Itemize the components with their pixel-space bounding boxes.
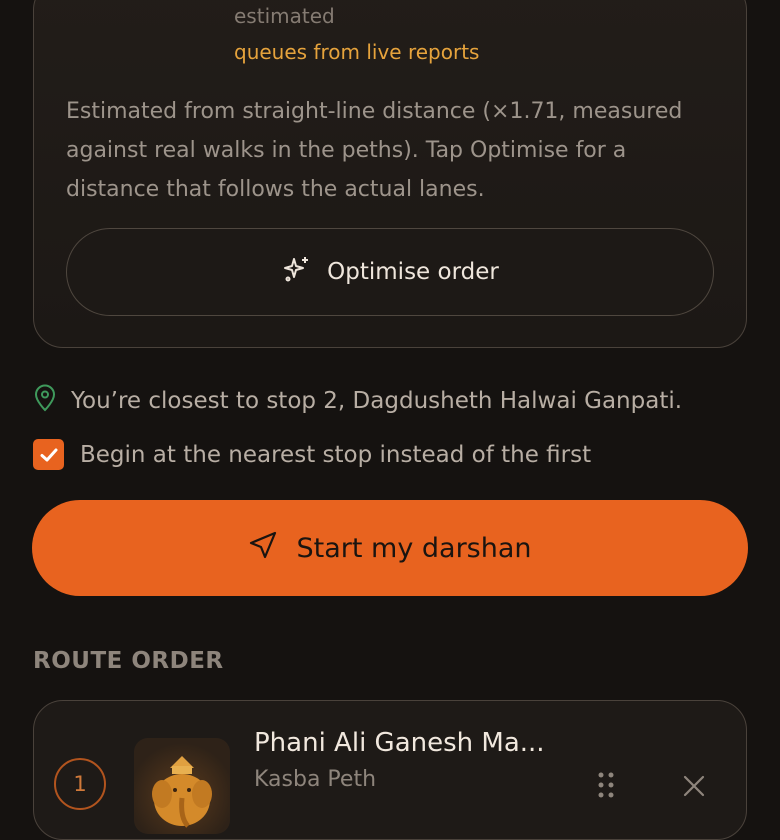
distance-note: Estimated from straight-line distance (×… bbox=[66, 99, 683, 202]
queues-link[interactable]: queues from live reports bbox=[234, 40, 479, 64]
estimated-label: estimated bbox=[234, 4, 335, 28]
ganesh-thumbnail-image bbox=[134, 738, 230, 834]
closest-stop-info: You’re closest to stop 2, Dagdusheth Hal… bbox=[33, 384, 682, 418]
start-darshan-label: Start my darshan bbox=[296, 532, 532, 564]
stop-name: Phani Ali Ganesh Ma... bbox=[254, 728, 545, 758]
optimise-order-label: Optimise order bbox=[327, 259, 499, 285]
drag-handle-icon[interactable] bbox=[596, 770, 616, 800]
stop-area: Kasba Peth bbox=[254, 767, 377, 792]
remove-stop-icon[interactable] bbox=[682, 774, 706, 798]
navigation-arrow-icon bbox=[248, 530, 278, 567]
route-order-heading: ROUTE ORDER bbox=[33, 648, 224, 674]
stop-number-badge: 1 bbox=[54, 758, 106, 810]
start-darshan-button[interactable]: Start my darshan bbox=[32, 500, 748, 596]
closest-stop-text: You’re closest to stop 2, Dagdusheth Hal… bbox=[71, 388, 683, 414]
optimise-order-button[interactable]: Optimise order bbox=[66, 228, 714, 316]
map-pin-icon bbox=[33, 384, 57, 418]
sparkles-icon bbox=[281, 253, 313, 291]
nearest-stop-label: Begin at the nearest stop instead of the… bbox=[80, 441, 592, 468]
nearest-stop-checkbox[interactable] bbox=[33, 439, 64, 470]
nearest-stop-option[interactable]: Begin at the nearest stop instead of the… bbox=[33, 439, 591, 470]
